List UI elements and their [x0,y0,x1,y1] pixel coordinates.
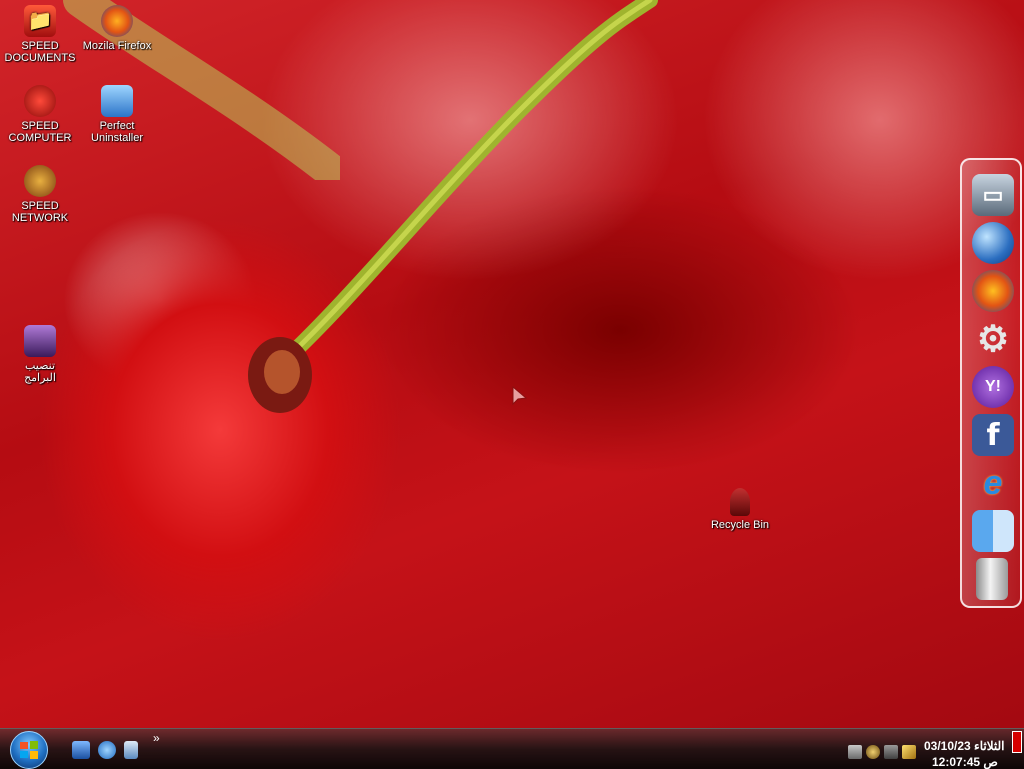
dock-item-yahoo-messenger[interactable]: Y! [972,366,1014,408]
desktop-icon-label: Recycle Bin [710,519,770,531]
quicklaunch-app[interactable] [124,741,138,759]
mouse-cursor-icon [512,386,528,406]
desktop-icon-label: SPEED NETWORK [11,200,69,224]
programs-folder-icon [24,325,56,357]
dock-item-trash[interactable] [976,558,1008,600]
tray-network-icon[interactable] [848,745,862,759]
dock-item-firefox[interactable] [972,270,1014,312]
dock-item-settings[interactable]: ⚙ [972,318,1014,360]
tray-wand-icon[interactable] [902,745,916,759]
gear-icon: ⚙ [976,318,1010,359]
computer-icon: ▭ [982,182,1004,207]
desktop-icon-label: Mozila Firefox [82,40,152,52]
dock-item-internet-explorer[interactable]: e [972,462,1014,504]
desktop-icon-label: تنصيب البرامج [24,360,56,384]
quicklaunch-chevron[interactable]: » [153,731,160,745]
dock-item-finder[interactable] [972,510,1014,552]
desktop-icon-label: SPEED COMPUTER [8,120,72,144]
network-icon [24,165,56,197]
dock-item-facebook[interactable]: f [972,414,1014,456]
show-desktop-tab[interactable] [1012,731,1022,753]
tray-battery-icon[interactable] [884,745,898,759]
uninstaller-icon [101,85,133,117]
desktop-icon-install-programs[interactable]: تنصيب البرامج [0,325,80,384]
desktop-icon-firefox[interactable]: Mozila Firefox [77,5,157,52]
desktop-icon-label: SPEED DOCUMENTS [4,40,76,64]
dock-item-computer[interactable]: ▭ [972,174,1014,216]
dock-item-globe[interactable] [972,222,1014,264]
side-dock: ▭ ⚙ Y! f e [960,158,1022,608]
clock-date[interactable]: الثلاثاء 03/10/23 [924,739,1004,753]
clock-time[interactable]: ص 12:07:45 [932,755,998,769]
quicklaunch-internet-explorer[interactable] [98,741,116,759]
computer-icon [24,85,56,117]
recycle-bin-icon [730,488,750,516]
taskbar: » الثلاثاء 03/10/23 ص 12:07:45 [0,728,1024,769]
quicklaunch-show-desktop[interactable] [72,741,90,759]
desktop-icon-speed-documents[interactable]: 📁 SPEED DOCUMENTS [0,5,80,64]
internet-explorer-icon: e [983,463,1003,502]
desktop-icon-speed-network[interactable]: SPEED NETWORK [0,165,80,224]
folder-documents-icon: 📁 [24,5,56,37]
firefox-icon [101,5,133,37]
windows-logo-icon [20,741,38,759]
desktop-icon-recycle-bin[interactable]: Recycle Bin [700,488,780,531]
facebook-icon: f [986,417,1000,453]
desktop-icon-perfect-uninstaller[interactable]: Perfect Uninstaller [77,85,157,144]
start-button[interactable] [10,731,48,769]
tray-volume-icon[interactable] [866,745,880,759]
desktop-icon-speed-computer[interactable]: SPEED COMPUTER [0,85,80,144]
yahoo-messenger-icon: Y! [985,378,1001,395]
desktop-icon-label: Perfect Uninstaller [91,120,143,144]
